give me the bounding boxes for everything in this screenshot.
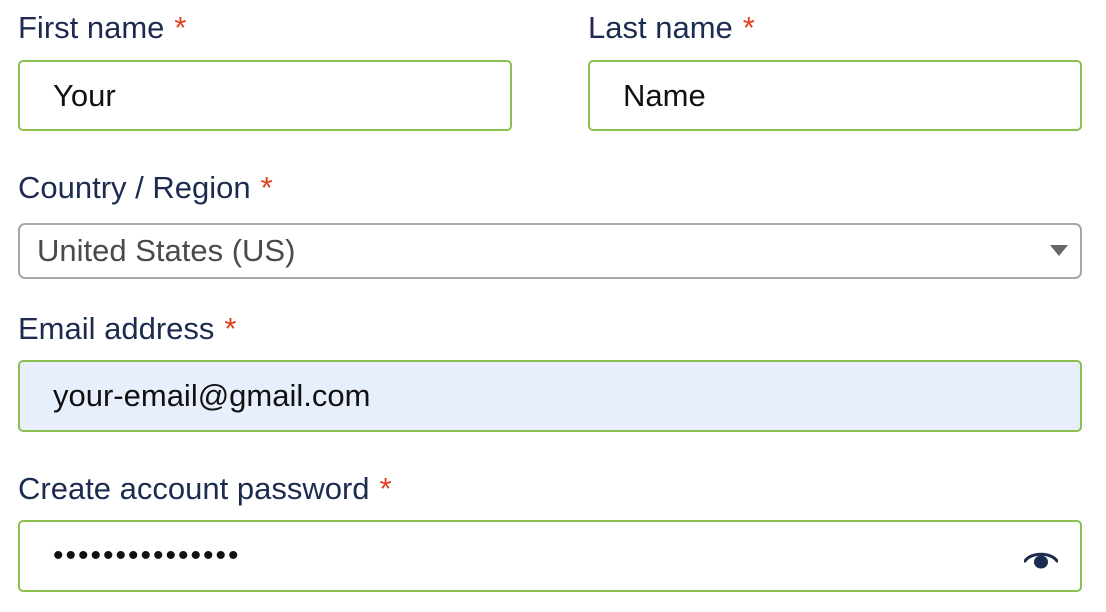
country-select[interactable]: United States (US) — [18, 223, 1082, 279]
first-name-value: Your — [53, 77, 116, 113]
last-name-label: Last name * — [588, 10, 755, 46]
country-label-text: Country / Region — [18, 170, 251, 205]
required-asterisk: * — [260, 170, 273, 205]
password-input[interactable]: ••••••••••••••• — [18, 520, 1082, 592]
password-label-text: Create account password — [18, 471, 370, 506]
password-label: Create account password * — [18, 471, 392, 507]
dropdown-caret-icon — [1050, 245, 1068, 256]
required-asterisk: * — [174, 10, 187, 45]
email-input[interactable]: your-email@gmail.com — [18, 360, 1082, 432]
required-asterisk: * — [224, 311, 237, 346]
email-value: your-email@gmail.com — [53, 378, 371, 413]
country-selected-value: United States (US) — [37, 233, 296, 268]
required-asterisk: * — [379, 471, 392, 506]
country-label: Country / Region * — [18, 170, 273, 206]
eye-icon[interactable] — [1024, 550, 1058, 570]
first-name-input[interactable]: Your — [18, 60, 512, 131]
email-label-text: Email address — [18, 311, 215, 346]
required-asterisk: * — [742, 10, 755, 45]
password-masked-value: ••••••••••••••• — [53, 539, 241, 572]
email-label: Email address * — [18, 311, 237, 347]
first-name-label-text: First name — [18, 10, 165, 45]
last-name-label-text: Last name — [588, 10, 733, 45]
first-name-label: First name * — [18, 10, 187, 46]
last-name-input[interactable]: Name — [588, 60, 1082, 131]
last-name-value: Name — [623, 77, 706, 113]
